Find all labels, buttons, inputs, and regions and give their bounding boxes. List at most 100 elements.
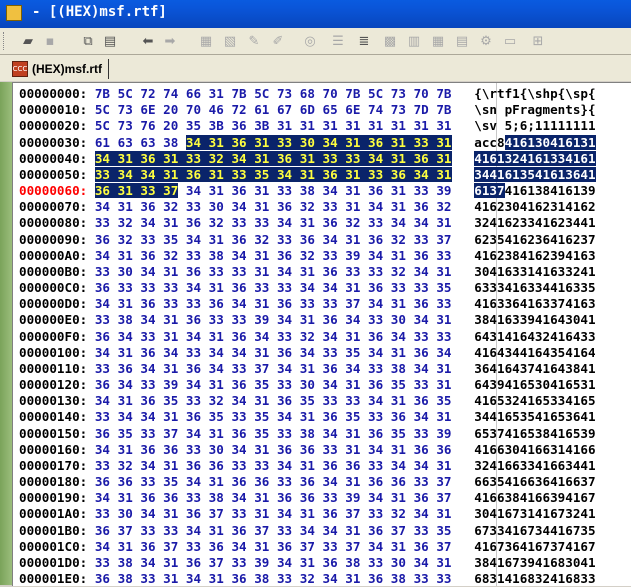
hex-byte[interactable]: 34 [117,166,133,182]
hex-byte[interactable]: 3B [209,118,224,133]
hex-byte[interactable]: 33 [140,329,155,344]
hex-byte[interactable]: 37 [163,539,178,554]
hex-byte[interactable]: 32 [300,329,315,344]
hex-byte[interactable]: 36 [277,199,292,214]
hex-byte[interactable]: 36 [300,442,315,457]
hex-byte[interactable]: 33 [436,571,451,586]
hex-byte[interactable]: 38 [300,183,315,198]
hex-byte[interactable]: 36 [186,458,201,473]
hex-byte[interactable]: 34 [140,312,155,327]
hex-byte[interactable]: 33 [140,523,155,538]
hex-byte[interactable]: 72 [231,102,246,117]
hex-byte[interactable]: 36 [140,490,155,505]
hex-byte[interactable]: 34 [414,215,429,230]
hex-byte[interactable]: 34 [140,458,155,473]
hex-byte[interactable]: 39 [345,248,360,263]
ascii-column[interactable]: 4167364167374167 [474,539,595,554]
hex-byte[interactable]: 31 [436,166,452,182]
hex-byte[interactable]: 36 [323,458,338,473]
hex-byte[interactable]: 33 [323,539,338,554]
hex-byte[interactable]: 36 [323,409,338,424]
hex-byte[interactable]: 36 [231,474,246,489]
hex-byte[interactable]: 34 [277,264,292,279]
hex-byte[interactable]: 36 [94,183,111,199]
hex-byte[interactable]: 31 [300,215,315,230]
hex-byte[interactable]: 33 [254,215,269,230]
hex-byte[interactable]: 73 [118,102,133,117]
hex-byte[interactable]: 34 [231,296,246,311]
hex-byte[interactable]: 31 [436,264,451,279]
hex-byte[interactable]: 34 [323,474,338,489]
hex-byte[interactable]: 31 [391,539,406,554]
hex-byte[interactable]: 38 [118,312,133,327]
hex-byte[interactable]: 33 [323,296,338,311]
hex-byte[interactable]: 34 [300,523,315,538]
hex-byte[interactable]: 34 [277,312,292,327]
align-icon[interactable]: ≣ [354,31,374,51]
hex-byte[interactable]: 31 [391,345,406,360]
hex-byte[interactable]: 5C [118,86,133,101]
hex-byte[interactable]: 36 [231,571,246,586]
hex-byte[interactable]: 35 [209,409,224,424]
hex-byte[interactable]: 36 [231,118,246,133]
hex-byte[interactable]: 74 [368,102,383,117]
hex-byte[interactable]: 34 [186,523,201,538]
hex-byte[interactable]: 31 [436,134,452,150]
hex-byte[interactable]: 36 [413,150,429,166]
hex-byte[interactable]: 36 [209,539,224,554]
hex-byte[interactable]: 31 [163,215,178,230]
hex-byte[interactable]: 34 [345,361,360,376]
hex-byte[interactable]: 38 [118,571,133,586]
back-arrow-icon[interactable]: ⬅ [138,31,158,51]
hex-byte[interactable]: 36 [414,345,429,360]
hex-byte[interactable]: 46 [209,102,224,117]
hex-byte[interactable]: 31 [163,555,178,570]
hex-byte[interactable]: 35 [118,426,133,441]
tool-3-icon[interactable]: ✎ [244,31,264,51]
hex-byte[interactable]: 37 [436,474,451,489]
hex-byte[interactable]: 36 [414,393,429,408]
hex-byte[interactable]: 34 [118,329,133,344]
hex-byte[interactable]: 36 [322,166,338,182]
hex-byte[interactable]: 34 [300,280,315,295]
hex-byte[interactable]: 34 [231,199,246,214]
hex-byte[interactable]: 33 [368,312,383,327]
hex-byte[interactable]: 34 [368,539,383,554]
hex-byte[interactable]: 37 [345,539,360,554]
hex-byte[interactable]: 31 [117,183,133,199]
hex-byte[interactable]: 31 [163,312,178,327]
hex-byte[interactable]: 33 [368,409,383,424]
hex-byte[interactable]: 31 [254,248,269,263]
hex-byte[interactable]: 33 [323,199,338,214]
hex-byte[interactable]: 61 [254,102,269,117]
hex-byte[interactable]: 72 [140,86,155,101]
hex-byte[interactable]: 35 [254,426,269,441]
ascii-column[interactable]: 4163364163374163 [474,296,595,311]
hex-byte[interactable]: 38 [254,571,269,586]
ascii-column[interactable]: 3841673941683041 [474,555,595,570]
tool-11-icon[interactable]: ⚙ [476,31,496,51]
hex-byte[interactable]: 34 [277,409,292,424]
hex-byte[interactable]: 33 [186,539,201,554]
hex-byte[interactable]: 31 [390,134,406,150]
hex-byte[interactable]: 36 [300,232,315,247]
hex-byte[interactable]: 31 [118,539,133,554]
hex-byte[interactable]: 30 [209,199,224,214]
hex-byte[interactable]: 36 [186,215,201,230]
hex-byte[interactable]: 7B [345,86,360,101]
hex-byte[interactable]: 36 [231,426,246,441]
hex-byte[interactable]: 31 [300,506,315,521]
hex-editor-view[interactable]: 00000000: 7B 5C 72 74 66 31 7B 5C 73 68 … [12,82,631,586]
hex-byte[interactable]: 34 [368,442,383,457]
hex-byte[interactable]: 36 [277,248,292,263]
hex-byte[interactable]: 34 [95,345,110,360]
hex-byte[interactable]: 31 [436,506,451,521]
hex-byte[interactable]: 33 [368,264,383,279]
ascii-column[interactable]: \sn pFragments}{ [474,102,595,117]
ascii-column[interactable]: 3041673141673241 [474,506,595,521]
hex-byte[interactable]: 37 [391,523,406,538]
hex-byte[interactable]: 38 [209,248,224,263]
hex-byte[interactable]: 31 [300,118,315,133]
hex-byte[interactable]: 37 [163,426,178,441]
hex-byte[interactable]: 32 [208,150,224,166]
